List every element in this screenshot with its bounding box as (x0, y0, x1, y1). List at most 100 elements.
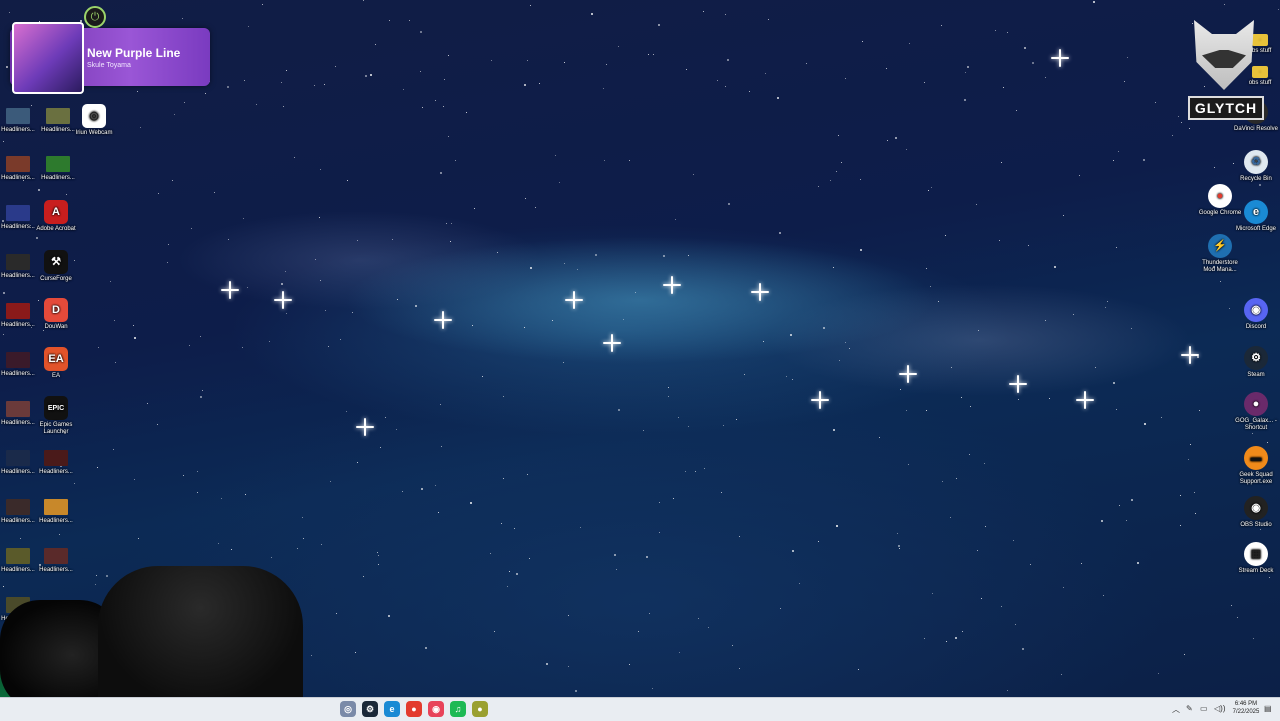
star (286, 313, 287, 314)
star (717, 80, 718, 81)
star (950, 517, 951, 518)
desktop-icon[interactable]: ◎ Iriun Webcam (72, 104, 116, 137)
star (688, 255, 689, 256)
star (1269, 577, 1270, 578)
app-icon: D (44, 298, 68, 322)
star (924, 82, 925, 83)
star (879, 437, 880, 438)
star (524, 327, 525, 328)
star (799, 583, 800, 584)
star (564, 62, 565, 63)
desktop-icon[interactable]: ▦ Stream Deck (1234, 542, 1278, 575)
star (482, 376, 483, 377)
desktop-icon[interactable]: ◉ OBS Studio (1234, 496, 1278, 529)
desktop-icon-label: DouWan (44, 324, 68, 330)
star (231, 549, 232, 550)
star (200, 336, 201, 337)
desktop-icon[interactable]: Headliners... (34, 499, 78, 525)
desktop-icon[interactable]: ● GOG_Galax... - Shortcut (1234, 392, 1278, 432)
desktop-icon[interactable]: EPIC Epic Games Launcher (34, 396, 78, 436)
star (501, 523, 502, 524)
app-icon: ◉ (1244, 496, 1268, 520)
desktop-icon[interactable]: Headliners... (34, 548, 78, 574)
star (472, 325, 473, 326)
notification-icon[interactable]: ▤ (1264, 704, 1272, 713)
taskbar-clock[interactable]: 6:46 PM 7/22/2025 (1230, 700, 1262, 716)
star (377, 552, 378, 553)
star (938, 301, 939, 302)
star (945, 235, 946, 236)
star (96, 575, 97, 576)
desktop-icon[interactable]: ♻ Recycle Bin (1234, 150, 1278, 183)
star (435, 485, 436, 486)
star (294, 157, 295, 158)
star (1194, 492, 1195, 493)
star (3, 292, 5, 294)
star (1049, 398, 1050, 399)
star (568, 666, 569, 667)
star (415, 305, 417, 307)
taskbar-app-icon[interactable]: ◎ (340, 701, 356, 717)
pen-icon[interactable]: ✎ (1186, 704, 1193, 713)
taskbar-chrome-icon[interactable]: ● (406, 701, 422, 717)
desktop-icon[interactable]: e Microsoft Edge (1234, 200, 1278, 233)
now-playing-artist: Skule Toyama (87, 62, 131, 69)
star (443, 106, 444, 107)
star (133, 325, 134, 326)
star (352, 312, 353, 313)
star (444, 79, 445, 80)
star (1081, 563, 1082, 564)
taskbar-app2-icon[interactable]: ● (472, 701, 488, 717)
star (962, 631, 963, 632)
star (941, 25, 942, 26)
star (1063, 215, 1064, 216)
desktop-icon[interactable]: ⚒ CurseForge (34, 250, 78, 283)
desktop-icon[interactable]: A Adobe Acrobat (34, 200, 78, 233)
desktop-icon[interactable]: D DouWan (34, 298, 78, 331)
star (1180, 495, 1181, 496)
star (403, 89, 404, 90)
network-icon[interactable]: ▭ (1200, 704, 1208, 713)
star (113, 449, 114, 450)
star (618, 409, 620, 411)
star (728, 203, 730, 205)
star (330, 481, 331, 482)
star (721, 492, 722, 493)
star (1190, 444, 1191, 445)
star (886, 68, 887, 69)
star (964, 99, 966, 101)
star (1184, 654, 1185, 655)
desktop-icon[interactable]: Headliners... (36, 156, 80, 182)
star (999, 240, 1000, 241)
taskbar-spotify-icon[interactable]: ♫ (450, 701, 466, 717)
desktop-icon[interactable]: Headliners... (0, 156, 40, 182)
volume-icon[interactable]: ◁)) (1214, 704, 1225, 713)
star (440, 404, 441, 405)
star (375, 44, 376, 45)
star (303, 538, 304, 539)
star (409, 20, 410, 21)
star (1180, 525, 1181, 526)
star (346, 411, 347, 412)
star (1220, 281, 1221, 282)
desktop-icon[interactable]: ⚡ Thunderstore Mod Mana... (1198, 234, 1242, 274)
app-icon: ● (1208, 184, 1232, 208)
taskbar-edge-icon[interactable]: e (384, 701, 400, 717)
star (1119, 505, 1120, 506)
desktop-icon[interactable]: ▬ Geek Squad Support.exe (1234, 446, 1278, 486)
desktop-icon[interactable]: EA EA (34, 347, 78, 380)
star (604, 160, 605, 161)
star (792, 550, 794, 552)
desktop-icon[interactable]: Headliners... (34, 450, 78, 476)
desktop-icon[interactable]: Headliners... (0, 108, 40, 134)
star (9, 12, 10, 13)
star (172, 180, 173, 181)
desktop-icon[interactable]: ⚙ Steam (1234, 346, 1278, 379)
taskbar-discord-icon[interactable]: ◉ (428, 701, 444, 717)
desktop-icon[interactable]: ◉ Discord (1234, 298, 1278, 331)
star (926, 268, 927, 269)
taskbar-steam-icon[interactable]: ⚙ (362, 701, 378, 717)
star (110, 281, 111, 282)
chevron-up-icon[interactable]: ︿ (1172, 704, 1180, 715)
now-playing-title: New Purple Line (87, 46, 181, 60)
